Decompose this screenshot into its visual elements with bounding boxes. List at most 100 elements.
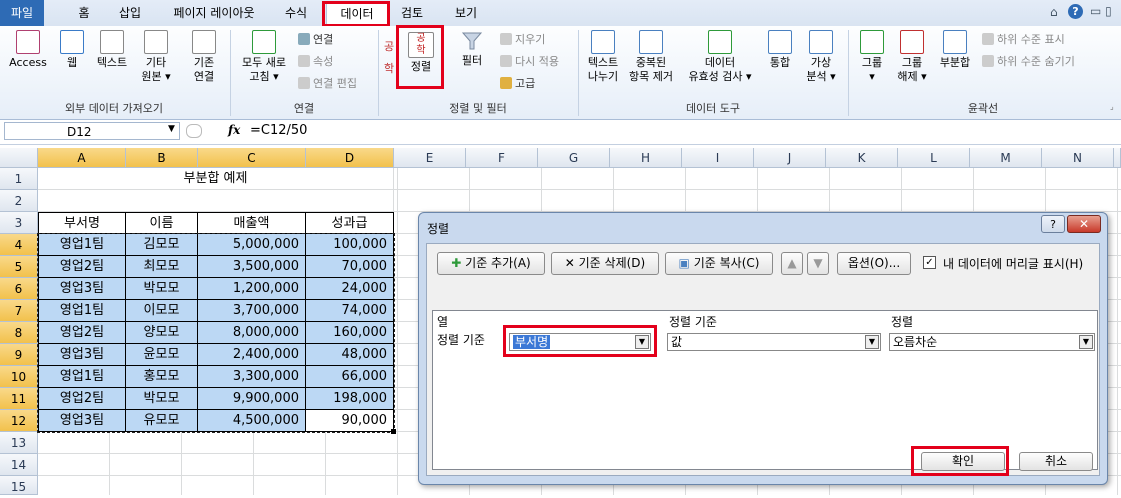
column-header-l[interactable]: L <box>898 148 970 168</box>
reapply-button[interactable]: 다시 적용 <box>500 54 559 70</box>
tab-view[interactable]: 보기 <box>446 3 486 24</box>
table-cell[interactable]: 최모모 <box>126 256 198 278</box>
edit-links-button[interactable]: 연결 편집 <box>298 76 357 92</box>
name-box[interactable]: D12 <box>4 122 180 140</box>
table-cell[interactable]: 9,900,000 <box>198 388 306 410</box>
table-cell[interactable]: 70,000 <box>306 256 394 278</box>
table-cell[interactable]: 유모모 <box>126 410 198 432</box>
header-sales[interactable]: 매출액 <box>198 212 306 234</box>
data-validation-button[interactable]: 데이터 유효성 검사 ▾ <box>680 30 760 84</box>
consolidate-button[interactable]: 통합 <box>762 30 798 70</box>
table-cell[interactable]: 160,000 <box>306 322 394 344</box>
formula-input[interactable]: =C12/50 <box>250 122 1116 140</box>
column-header-g[interactable]: G <box>538 148 610 168</box>
row-header-5[interactable]: 5 <box>0 256 38 278</box>
text-import-button[interactable]: 텍스트 <box>90 30 134 70</box>
column-header-e[interactable]: E <box>394 148 466 168</box>
subtotal-button[interactable]: 부분합 <box>934 30 976 70</box>
access-button[interactable]: Access <box>6 30 50 70</box>
dialog-launcher-icon[interactable]: ⌟ <box>1110 102 1114 111</box>
row-header-15[interactable]: 15 <box>0 476 38 495</box>
other-sources-button[interactable]: 기타 원본 ▾ <box>136 30 176 84</box>
header-checkbox[interactable]: ✓ <box>923 256 936 269</box>
tab-home[interactable]: 홈 <box>66 3 102 24</box>
delete-level-button[interactable]: ✕ 기준 삭제(D) <box>551 252 659 275</box>
column-header-f[interactable]: F <box>466 148 538 168</box>
order-select[interactable]: 오름차순 ▼ <box>889 333 1095 351</box>
table-cell[interactable]: 영업1팀 <box>38 234 126 256</box>
name-box-dropdown-icon[interactable]: ▼ <box>168 124 175 134</box>
what-if-analysis-button[interactable]: 가상 분석 ▾ <box>800 30 842 84</box>
sheet-title[interactable]: 부분합 예제 <box>38 168 394 190</box>
select-all-corner[interactable] <box>0 148 38 168</box>
row-header-6[interactable]: 6 <box>0 278 38 300</box>
properties-button[interactable]: 속성 <box>298 54 333 70</box>
insert-function-icon[interactable]: fx <box>228 123 240 137</box>
column-header-d[interactable]: D <box>306 148 394 168</box>
formula-bar-handle-icon[interactable] <box>186 124 202 138</box>
column-header-n[interactable]: N <box>1042 148 1114 168</box>
chevron-down-icon[interactable]: ▼ <box>865 335 879 349</box>
help-icon[interactable]: ? <box>1068 4 1083 19</box>
active-cell-d12[interactable]: 90,000 <box>306 410 394 432</box>
tab-file[interactable]: 파일 <box>0 0 44 26</box>
tab-insert[interactable]: 삽입 <box>110 3 150 24</box>
tab-formulas[interactable]: 수식 <box>276 3 316 24</box>
table-cell[interactable]: 8,000,000 <box>198 322 306 344</box>
table-cell[interactable]: 영업3팀 <box>38 344 126 366</box>
table-cell[interactable]: 66,000 <box>306 366 394 388</box>
row-header-1[interactable]: 1 <box>0 168 38 190</box>
table-cell[interactable]: 박모모 <box>126 278 198 300</box>
table-cell[interactable]: 1,200,000 <box>198 278 306 300</box>
header-dept[interactable]: 부서명 <box>38 212 126 234</box>
remove-duplicates-button[interactable]: 중복된 항목 제거 <box>624 30 678 84</box>
tab-review[interactable]: 검토 <box>392 3 432 24</box>
row-header-2[interactable]: 2 <box>0 190 38 212</box>
clear-button[interactable]: 지우기 <box>500 32 545 48</box>
row-header-10[interactable]: 10 <box>0 366 38 388</box>
empty-row-2[interactable] <box>38 190 394 212</box>
row-header-11[interactable]: 11 <box>0 388 38 410</box>
cancel-button[interactable]: 취소 <box>1019 452 1093 471</box>
table-cell[interactable]: 영업3팀 <box>38 410 126 432</box>
table-cell[interactable]: 100,000 <box>306 234 394 256</box>
table-cell[interactable]: 영업2팀 <box>38 322 126 344</box>
options-button[interactable]: 옵션(O)... <box>837 252 911 275</box>
dialog-help-icon[interactable]: ? <box>1041 215 1065 233</box>
table-cell[interactable]: 홍모모 <box>126 366 198 388</box>
table-cell[interactable]: 74,000 <box>306 300 394 322</box>
minimize-ribbon-icon[interactable]: ⌂ <box>1050 5 1058 19</box>
table-cell[interactable]: 영업1팀 <box>38 300 126 322</box>
row-header-7[interactable]: 7 <box>0 300 38 322</box>
filter-button[interactable]: 필터 <box>452 30 492 68</box>
tab-page-layout[interactable]: 페이지 레이아웃 <box>162 3 266 24</box>
table-cell[interactable]: 윤모모 <box>126 344 198 366</box>
hide-detail-button[interactable]: 하위 수준 숨기기 <box>982 54 1075 70</box>
table-cell[interactable]: 3,700,000 <box>198 300 306 322</box>
sort-ascending-icon[interactable]: 공학 <box>384 36 394 80</box>
table-cell[interactable]: 198,000 <box>306 388 394 410</box>
column-header-a[interactable]: A <box>38 148 126 168</box>
table-cell[interactable]: 박모모 <box>126 388 198 410</box>
header-bonus[interactable]: 성과급 <box>306 212 394 234</box>
column-header-k[interactable]: K <box>826 148 898 168</box>
table-cell[interactable]: 이모모 <box>126 300 198 322</box>
table-cell[interactable]: 양모모 <box>126 322 198 344</box>
dialog-close-icon[interactable]: ✕ <box>1067 215 1101 233</box>
row-header-14[interactable]: 14 <box>0 454 38 476</box>
window-controls-icon[interactable]: ▭ ▯ <box>1090 4 1112 18</box>
column-header-h[interactable]: H <box>610 148 682 168</box>
table-cell[interactable]: 24,000 <box>306 278 394 300</box>
column-header-m[interactable]: M <box>970 148 1042 168</box>
copy-level-button[interactable]: ▣ 기준 복사(C) <box>665 252 773 275</box>
connections-button[interactable]: 연결 <box>298 32 333 48</box>
show-detail-button[interactable]: 하위 수준 표시 <box>982 32 1065 48</box>
row-header-4[interactable]: 4 <box>0 234 38 256</box>
table-cell[interactable]: 5,000,000 <box>198 234 306 256</box>
refresh-all-button[interactable]: 모두 새로 고침 ▾ <box>236 30 292 84</box>
fill-handle[interactable] <box>391 429 396 434</box>
text-to-columns-button[interactable]: 텍스트 나누기 <box>582 30 624 84</box>
table-cell[interactable]: 4,500,000 <box>198 410 306 432</box>
ungroup-button[interactable]: 그룹 해제 ▾ <box>892 30 932 84</box>
move-down-button[interactable]: ▼ <box>807 252 829 275</box>
